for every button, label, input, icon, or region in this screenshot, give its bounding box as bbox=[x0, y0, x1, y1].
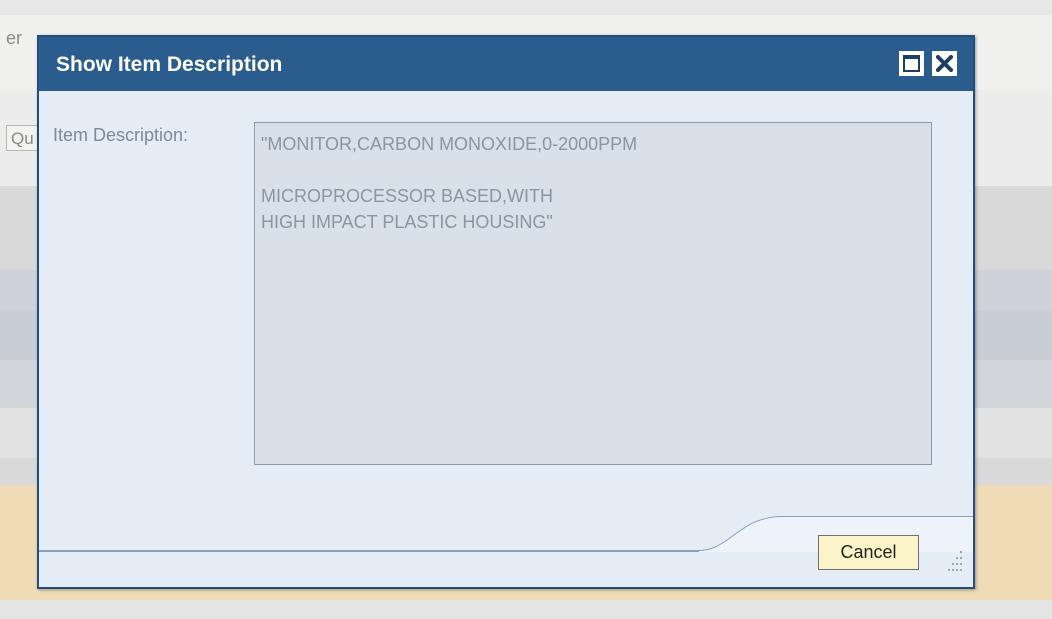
item-description-textarea[interactable]: "MONITOR,CARBON MONOXIDE,0-2000PPM MICRO… bbox=[254, 122, 932, 465]
resize-grip-icon[interactable] bbox=[942, 547, 966, 577]
maximize-icon bbox=[903, 55, 920, 72]
background-top-bar bbox=[0, 0, 1052, 15]
background-bottom-area bbox=[0, 600, 1052, 619]
dialog-titlebar[interactable]: Show Item Description bbox=[39, 37, 973, 91]
dialog-title: Show Item Description bbox=[56, 53, 283, 76]
background-partial-text: er bbox=[6, 28, 23, 48]
item-description-dialog: Show Item Description Item Description: … bbox=[37, 35, 975, 589]
close-button[interactable] bbox=[932, 51, 957, 76]
item-description-label: Item Description: bbox=[53, 125, 189, 145]
maximize-button[interactable] bbox=[899, 51, 924, 76]
cancel-button[interactable]: Cancel bbox=[818, 535, 919, 570]
close-icon bbox=[936, 55, 953, 72]
